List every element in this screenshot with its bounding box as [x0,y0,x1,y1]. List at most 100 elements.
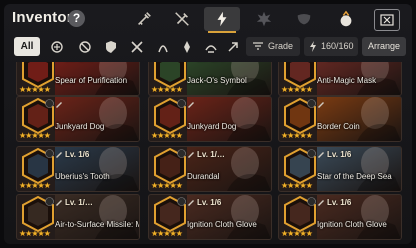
artifact-name: Ignition Cloth Glove [187,220,257,229]
artifact-name: Junkyard Dog [55,122,105,131]
artifact-level: Lv. 1/6 [197,198,222,207]
class-slash-icon[interactable] [224,38,242,56]
artifact-bolt-icon [217,11,227,27]
inventory-window: Inventory ? All Grade 160/160 Arrange Sp… [4,4,412,244]
star-rating: ★★★★★ [281,131,313,140]
pen-icon [56,200,62,206]
equipped-check-icon [177,149,186,158]
artifact-name: Spear of Purification [55,76,128,85]
grade-label: Grade [268,41,294,51]
arrange-button[interactable]: Arrange [362,37,406,56]
artifact-level: Lv. 1/6 [327,198,352,207]
pen-icon [188,152,194,158]
filter-all-button[interactable]: All [14,37,40,56]
star-rating: ★★★★★ [151,131,183,140]
artifact-artwork [55,97,139,141]
pen-icon [318,102,324,108]
equipped-check-icon [45,99,54,108]
capacity-indicator: 160/160 [304,37,358,56]
artifact-level: Lv. 1/… [197,150,225,159]
artifact-card[interactable]: Lv. 1/6 Uberius's Tooth ★★★★★ [16,146,140,192]
equipped-check-icon [45,149,54,158]
class-warrior-icon[interactable] [102,38,120,56]
artifact-card[interactable]: Border Coin ★★★★★ [278,96,402,142]
artifact-bolt-small-icon [310,41,316,52]
artifact-name: Durandal [187,172,220,181]
star-rating: ★★★★★ [19,229,51,238]
tab-mask[interactable] [286,7,322,31]
equipped-check-icon [177,99,186,108]
star-rating: ★★★★★ [19,85,51,94]
equipped-check-icon [307,149,316,158]
star-rating: ★★★★★ [151,85,183,94]
class-soul-weaver-icon[interactable] [202,38,220,56]
tab-weapon[interactable] [126,7,162,31]
artifact-card[interactable]: Lv. 1/6 Star of the Deep Sea ★★★★★ [278,146,402,192]
help-button[interactable]: ? [68,10,85,27]
class-knight-icon[interactable] [76,38,94,56]
artifact-card[interactable]: Lv. 1/… Spear of Purification ★★★★★ [16,62,140,96]
filter-bar: All Grade 160/160 Arrange [4,36,412,58]
grade-sort-button[interactable]: Grade [246,37,300,56]
pen-icon [318,200,324,206]
artifact-level: Lv. 1/6 [65,150,90,159]
equipped-check-icon [45,197,54,206]
star-rating: ★★★★★ [151,229,183,238]
artifact-level: Lv. 1/… [65,198,93,207]
pen-icon [318,152,324,158]
close-button[interactable] [374,9,400,31]
artifact-level: Lv. 1/6 [327,150,352,159]
star-rating: ★★★★★ [19,131,51,140]
artifact-name: Anti-Magic Mask [317,76,377,85]
weapon-sword-icon [138,12,151,25]
sort-icon [253,42,263,50]
tab-material[interactable] [246,7,282,31]
star-rating: ★★★★★ [19,181,51,190]
artifact-level: Lv. 1/… [197,62,225,63]
no-weapon-icon [175,12,189,26]
mask-icon [297,14,311,25]
equipped-check-icon [307,197,316,206]
tab-bag[interactable] [328,7,364,31]
material-spiky-icon [256,11,272,27]
star-rating: ★★★★★ [281,229,313,238]
class-ranger-icon[interactable] [154,38,172,56]
artifact-card[interactable]: Lv. 1/… Jack-O's Symbol ★★★★★ [148,62,272,96]
artifact-card[interactable]: Junkyard Dog ★★★★★ [16,96,140,142]
artifact-card[interactable]: Lv. 1/… Durandal ★★★★★ [148,146,272,192]
artifact-card[interactable]: Junkyard Dog ★★★★★ [148,96,272,142]
pen-icon [56,102,62,108]
artifact-level: Lv. 1/… [65,62,93,63]
tab-artifact[interactable] [204,7,240,33]
artifact-artwork [317,97,401,141]
star-rating: ★★★★★ [281,181,313,190]
artifact-card[interactable]: Lv. 1/6 Ignition Cloth Glove ★★★★★ [148,194,272,240]
artifact-name: Junkyard Dog [187,122,237,131]
equipped-check-icon [177,197,186,206]
class-thief-icon[interactable] [128,38,146,56]
equipped-check-icon [307,99,316,108]
capacity-value: 160/160 [321,41,354,51]
artifact-name: Uberius's Tooth [55,172,110,181]
tab-no-weapon[interactable] [164,7,200,31]
class-mage-icon[interactable] [178,38,196,56]
artifact-artwork [187,97,271,141]
inventory-header: Inventory ? [4,4,412,34]
star-rating: ★★★★★ [151,181,183,190]
artifact-name: Air-to-Surface Missile: MIS… [55,220,139,229]
bag-hand-icon [340,10,352,27]
window-close-icon [380,14,394,26]
artifact-card[interactable]: Lv. 1/… Air-to-Surface Missile: MIS… ★★★★★ [16,194,140,240]
artifact-name: Star of the Deep Sea [317,172,392,181]
artifact-name: Ignition Cloth Glove [317,220,387,229]
artifact-level: Lv. 1/… [327,62,355,63]
pen-icon [188,102,194,108]
artifact-card[interactable]: Lv. 1/… Anti-Magic Mask ★★★★★ [278,62,402,96]
item-grid: Lv. 1/…Spear of Purification★★★★★Lv. 1/…… [12,62,408,244]
pen-icon [188,200,194,206]
pen-icon [56,152,62,158]
artifact-card[interactable]: Lv. 1/6 Ignition Cloth Glove ★★★★★ [278,194,402,240]
artifact-name: Border Coin [317,122,360,131]
star-rating: ★★★★★ [281,85,313,94]
class-all-icon[interactable] [48,38,66,56]
